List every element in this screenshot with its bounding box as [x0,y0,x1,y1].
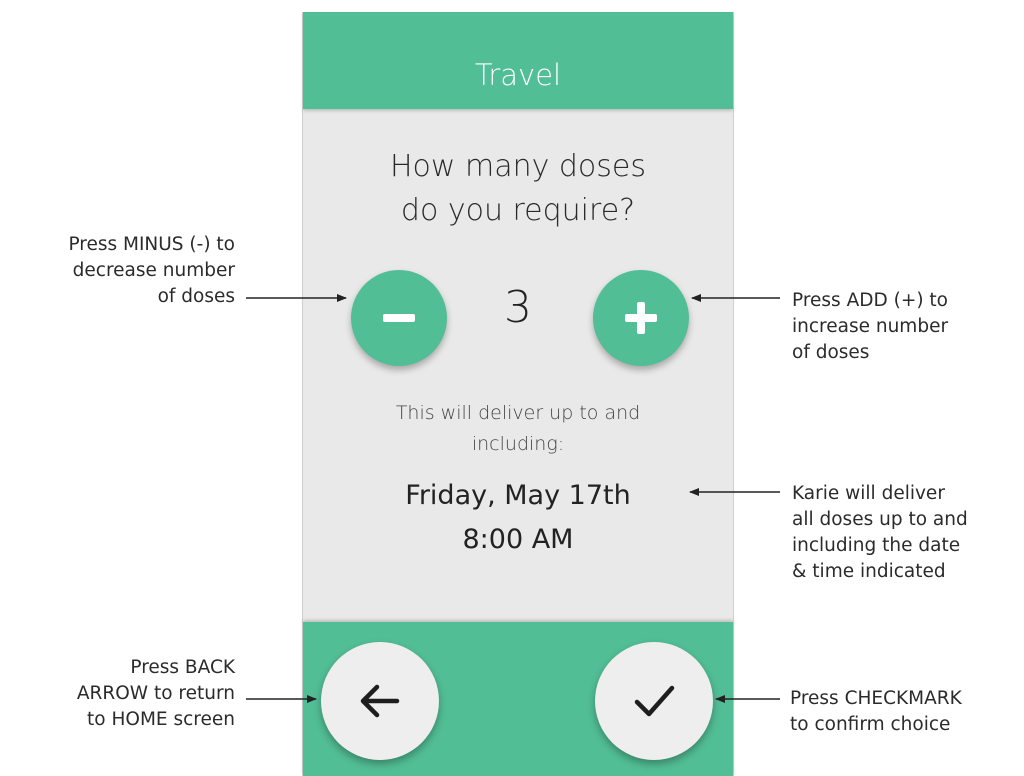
callout-arrows [246,294,780,703]
